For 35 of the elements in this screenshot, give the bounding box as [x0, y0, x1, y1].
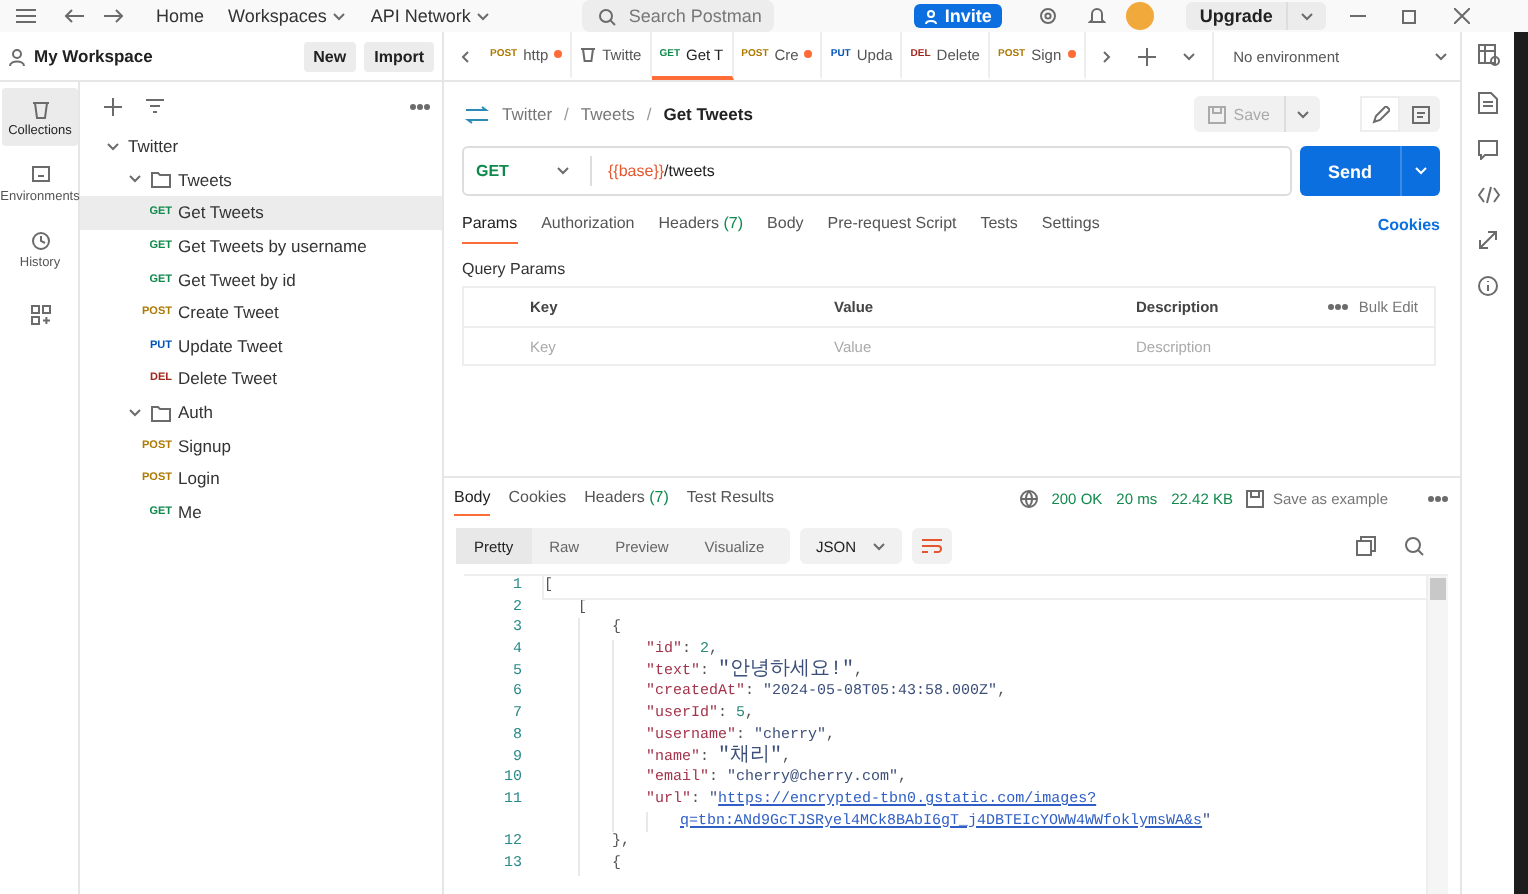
- search-box[interactable]: Search Postman: [582, 0, 775, 32]
- workspace-button[interactable]: New: [303, 41, 357, 71]
- nav-menu[interactable]: Home: [156, 6, 205, 26]
- url-field[interactable]: GET {{base}}/tweets: [462, 146, 1292, 196]
- code-token: "채리": [718, 747, 783, 769]
- response-tab[interactable]: Cookies: [508, 480, 567, 516]
- breadcrumb-item[interactable]: Twitter: [502, 104, 553, 124]
- code-token: "안녕하세요!": [718, 661, 855, 683]
- workspace-name: My Workspace: [34, 46, 155, 66]
- invite-button[interactable]: Invite: [914, 4, 1002, 28]
- breadcrumb-item: Get Tweets: [663, 104, 753, 124]
- tree-item[interactable]: Auth: [178, 402, 213, 423]
- workspace-button[interactable]: Import: [364, 41, 434, 71]
- breadcrumb-separator: /: [564, 104, 569, 124]
- request-option-tab[interactable]: Body: [767, 204, 804, 244]
- tree-item[interactable]: Twitter: [128, 136, 179, 157]
- request-option-tab[interactable]: Pre-request Script: [827, 204, 957, 244]
- response-tab[interactable]: Body: [454, 480, 491, 516]
- request-option-tab[interactable]: Params: [462, 204, 518, 244]
- request-option-tab[interactable]: Tests: [980, 204, 1018, 244]
- request-option-tab[interactable]: Authorization: [541, 204, 635, 244]
- section-title: Query Params: [460, 257, 568, 282]
- response-tab[interactable]: Test Results: [686, 480, 774, 516]
- cookies-link[interactable]: Cookies: [1377, 204, 1440, 244]
- breadcrumb-item[interactable]: Tweets: [580, 104, 635, 124]
- request-option-tab[interactable]: Headers (7): [658, 204, 744, 244]
- send-button[interactable]: Send: [1299, 146, 1440, 196]
- search-field[interactable]: Search Postman: [628, 6, 769, 26]
- breadcrumb-separator: /: [646, 104, 652, 124]
- response-tab[interactable]: Headers (7): [584, 480, 669, 516]
- method-select[interactable]: GET: [464, 156, 592, 186]
- nav-menu[interactable]: API Network: [370, 6, 491, 26]
- nav-menu[interactable]: Workspaces: [228, 6, 347, 26]
- tree-item[interactable]: Tweets: [178, 169, 232, 190]
- request-option-tab[interactable]: Settings: [1041, 204, 1100, 244]
